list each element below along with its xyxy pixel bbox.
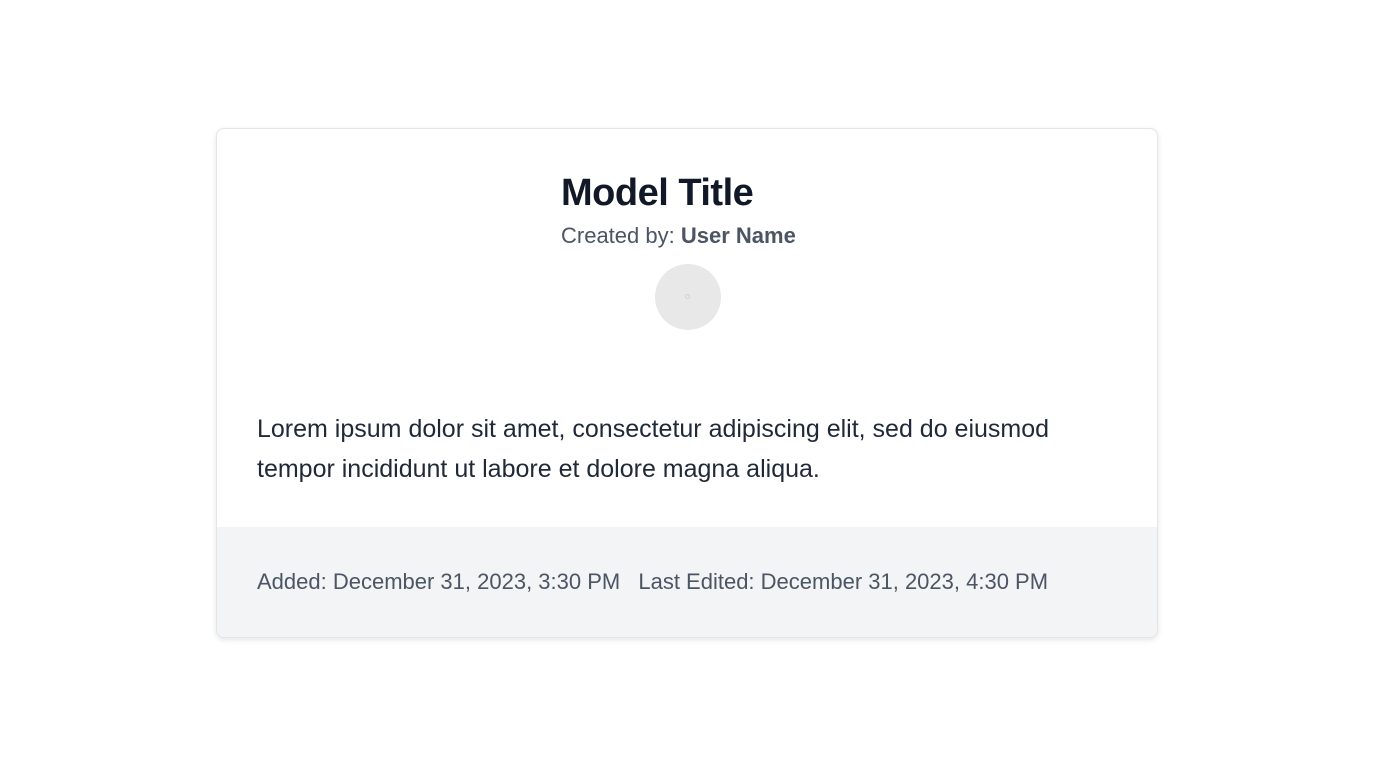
added-timestamp: Added: December 31, 2023, 3:30 PM xyxy=(257,569,621,594)
avatar-placeholder-icon xyxy=(685,294,690,299)
created-by: Created by: User Name xyxy=(561,221,861,251)
card-footer: Added: December 31, 2023, 3:30 PM Last E… xyxy=(217,527,1157,637)
created-by-label: Created by: xyxy=(561,223,675,248)
card-header: Model Title Created by: User Name xyxy=(561,169,861,251)
timestamps: Added: December 31, 2023, 3:30 PM Last E… xyxy=(257,567,1048,597)
model-description: Lorem ipsum dolor sit amet, consectetur … xyxy=(257,415,1050,483)
model-title: Model Title xyxy=(561,172,754,214)
avatar xyxy=(655,264,721,330)
creator-user-name[interactable]: User Name xyxy=(681,223,796,248)
last-edited-timestamp: Last Edited: December 31, 2023, 4:30 PM xyxy=(638,569,1049,594)
model-card: Model Title Created by: User Name Lorem … xyxy=(216,128,1158,638)
